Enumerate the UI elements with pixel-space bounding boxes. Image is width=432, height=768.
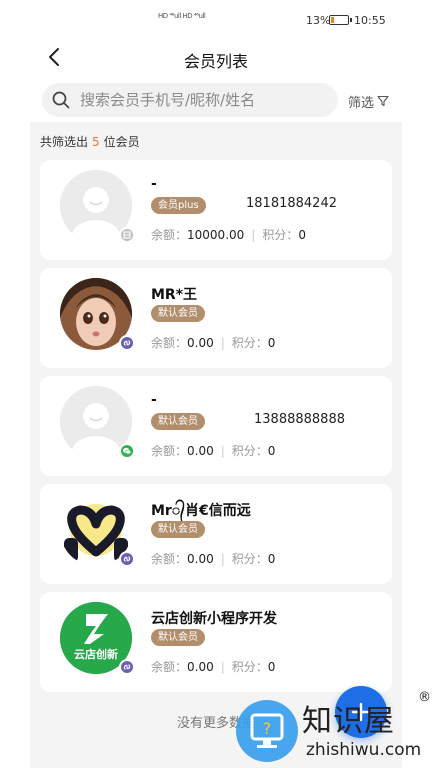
battery-percent: 13%	[306, 14, 331, 27]
member-card[interactable]: MR*王 默认会员 余额：0.00 | 积分：0	[40, 268, 392, 368]
member-level-tag: 默认会员	[151, 521, 205, 538]
search-icon	[52, 91, 70, 109]
member-level-tag: 默认会员	[151, 305, 205, 322]
member-balance: 0.00	[187, 660, 214, 674]
search-input[interactable]	[80, 83, 330, 117]
search-bar[interactable]	[42, 83, 338, 117]
member-name: 云店创新小程序开发	[151, 611, 277, 627]
member-stats: 余额：0.00 | 积分：0	[151, 336, 276, 350]
filter-button[interactable]: 筛选	[348, 92, 389, 111]
member-name: -	[151, 176, 157, 192]
member-card[interactable]: Mr᭄肖€信而远 默认会员 余额：0.00 | 积分：0	[40, 484, 392, 584]
member-phone: 13888888888	[254, 412, 345, 427]
member-card[interactable]: 云店创新 云店创新小程序开发 默认会员 余额：0.00 | 积分：0	[40, 592, 392, 692]
watermark-logo-icon: ?	[236, 700, 298, 762]
registered-mark: ®	[418, 690, 431, 705]
member-balance: 0.00	[187, 336, 214, 350]
member-points: 0	[267, 552, 276, 566]
member-balance: 0.00	[187, 444, 214, 458]
member-balance: 0.00	[187, 552, 214, 566]
signal-icons: HD ⁴⁶ull HD ⁴⁶ull	[158, 12, 206, 20]
battery-icon	[329, 15, 352, 25]
wechat-icon	[119, 443, 135, 459]
mini-program-icon	[119, 335, 135, 351]
member-card[interactable]: - 默认会员 13888888888 余额：0.00 | 积分：0	[40, 376, 392, 476]
result-summary: 共筛选出 5 位会员	[40, 135, 140, 149]
member-stats: 余额：10000.00 | 积分：0	[151, 228, 306, 242]
watermark: ? 知识屋 ® zhishiwu.com	[236, 690, 432, 768]
avatar-logo-text: 云店创新	[74, 647, 118, 661]
member-stats: 余额：0.00 | 积分：0	[151, 444, 276, 458]
member-phone: 18181884242	[246, 196, 337, 211]
member-name: MR*王	[151, 287, 198, 303]
member-points: 0	[298, 228, 306, 242]
member-level-tag: 默认会员	[151, 413, 205, 430]
mini-program-icon	[119, 551, 135, 567]
member-points: 0	[267, 336, 276, 350]
member-card[interactable]: - 会员plus 18181884242 余额：10000.00 | 积分：0	[40, 160, 392, 260]
store-icon	[119, 227, 135, 243]
clock: 10:55	[354, 14, 386, 27]
mini-program-icon	[119, 659, 135, 675]
watermark-url: zhishiwu.com	[306, 740, 422, 760]
member-name: -	[151, 392, 157, 408]
filter-icon	[377, 95, 389, 107]
page-title: 会员列表	[183, 52, 248, 71]
status-bar: HD ⁴⁶ull HD ⁴⁶ull 13% 10:55	[30, 0, 402, 40]
svg-text:?: ?	[263, 719, 272, 738]
filter-label: 筛选	[348, 95, 375, 111]
member-stats: 余额：0.00 | 积分：0	[151, 660, 276, 674]
title-bar: 会员列表	[30, 40, 402, 76]
app-screen: HD ⁴⁶ull HD ⁴⁶ull 13% 10:55 会员列表 筛选 共筛选出…	[30, 0, 402, 768]
member-level-tag: 默认会员	[151, 629, 205, 646]
member-level-tag: 会员plus	[151, 197, 206, 214]
result-count: 5	[92, 135, 100, 149]
member-points: 0	[267, 444, 276, 458]
member-balance: 10000.00	[187, 228, 245, 242]
member-stats: 余额：0.00 | 积分：0	[151, 552, 276, 566]
member-points: 0	[267, 660, 276, 674]
watermark-title: 知识屋	[302, 704, 395, 739]
